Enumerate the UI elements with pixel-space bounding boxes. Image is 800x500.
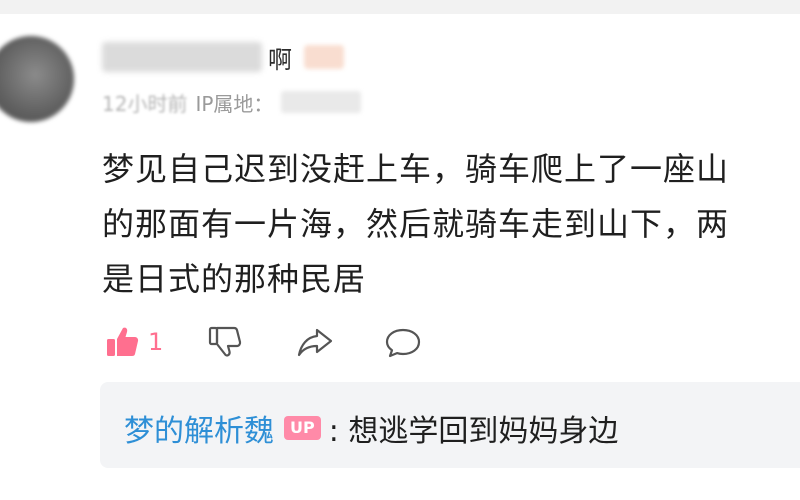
thumbs-down-svg <box>209 326 242 357</box>
comment-line: 梦见自己迟到没赶上车，骑车爬上了一座山 <box>102 150 730 188</box>
avatar-image <box>0 36 74 122</box>
level-badge-blurred <box>304 45 344 69</box>
ip-location-label: IP属地： <box>195 91 274 116</box>
comment-actions: 1 <box>102 322 423 362</box>
comment-bubble-svg <box>386 328 421 358</box>
reply-preview[interactable]: 梦的解析魏 UP : 想逃学回到妈妈身边 <box>100 382 800 468</box>
comment-bubble-icon[interactable] <box>383 322 423 362</box>
like-count: 1 <box>148 328 164 356</box>
up-badge: UP <box>284 416 321 440</box>
top-divider <box>0 0 800 14</box>
username-blurred[interactable] <box>102 42 262 72</box>
thumbs-up-svg <box>107 327 139 356</box>
share-icon[interactable] <box>295 322 335 362</box>
reply-text: : 想逃学回到妈妈身边 <box>328 414 619 449</box>
thumbs-down-icon[interactable] <box>205 322 245 362</box>
avatar[interactable] <box>0 36 74 122</box>
comment-line: 是日式的那种民居 <box>102 260 367 298</box>
user-row: 啊 <box>102 38 344 76</box>
thumbs-up-icon[interactable] <box>102 322 142 362</box>
ip-location-blurred <box>281 91 362 113</box>
reply-row: 梦的解析魏 UP : 想逃学回到妈妈身边 <box>124 406 618 450</box>
comment-meta: 12小时前 IP属地： <box>102 88 362 116</box>
comment-line: 的那面有一片海，然后就骑车走到山下，两 <box>102 205 730 243</box>
reply-author[interactable]: 梦的解析魏 <box>124 406 274 450</box>
comment-text: 梦见自己迟到没赶上车，骑车爬上了一座山 的那面有一片海，然后就骑车走到山下，两 … <box>102 142 800 307</box>
username-visible-suffix[interactable]: 啊 <box>268 40 292 75</box>
share-svg <box>298 328 333 357</box>
comment-time: 12小时前 <box>102 91 188 116</box>
